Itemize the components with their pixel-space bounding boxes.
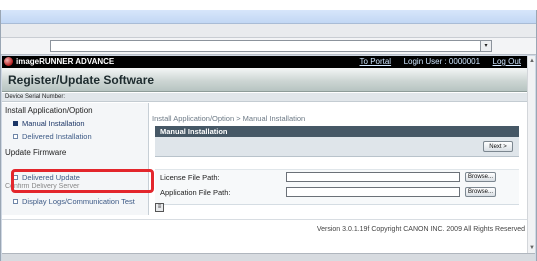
vertical-scrollbar[interactable]: ▲ ▼ <box>527 56 535 253</box>
application-file-path-field[interactable] <box>286 187 460 197</box>
scroll-up-icon[interactable]: ▲ <box>529 58 535 64</box>
browser-toolbar <box>1 24 536 38</box>
sidebar-section-update-firmware: Update Firmware <box>5 148 67 157</box>
application-row: Application File Path: Browse... <box>160 187 520 199</box>
sidebar-item-manual-installation[interactable]: Manual Installation <box>13 117 159 131</box>
sidebar-item-label: Delivered Installation <box>22 132 92 141</box>
menu-icon[interactable]: ≡ <box>155 203 164 212</box>
sidebar-item-label: Manual Installation <box>22 119 85 128</box>
address-combobox[interactable]: ▾ <box>50 40 492 52</box>
login-user-text: Login User : 0000001 <box>403 57 481 66</box>
product-name: imageRUNNER ADVANCE <box>16 57 115 66</box>
device-serial-label: Device Serial Number: <box>2 93 527 102</box>
title-bar: Register/Update Software <box>2 68 527 92</box>
sidebar: Install Application/Option Manual Instal… <box>2 103 149 215</box>
license-row: License File Path: Browse... <box>160 172 520 184</box>
license-file-path-field[interactable] <box>286 172 460 182</box>
to-portal-link[interactable]: To Portal <box>360 57 392 66</box>
sidebar-section-install: Install Application/Option <box>5 106 93 115</box>
chevron-down-icon[interactable]: ▾ <box>480 41 491 51</box>
application-label: Application File Path: <box>160 188 231 197</box>
main-content: Install Application/Option > Manual Inst… <box>150 103 527 223</box>
divider <box>2 219 527 220</box>
section-title: Manual Installation <box>155 126 519 137</box>
sidebar-item-display-logs[interactable]: Display Logs/Communication Test <box>13 195 159 209</box>
license-label: License File Path: <box>160 173 220 182</box>
sidebar-item-label: Display Logs/Communication Test <box>22 197 135 206</box>
scroll-down-icon[interactable]: ▼ <box>529 245 535 251</box>
bullet-icon <box>13 199 18 204</box>
license-browse-button[interactable]: Browse... <box>465 172 496 182</box>
section-toolbar: Next > <box>155 137 519 157</box>
browser-title-bar <box>1 10 536 24</box>
log-out-link[interactable]: Log Out <box>493 57 521 66</box>
bullet-icon <box>13 134 18 139</box>
canon-device-icon <box>4 57 13 66</box>
top-header: imageRUNNER ADVANCE To Portal Login User… <box>2 56 527 68</box>
page-viewport: imageRUNNER ADVANCE To Portal Login User… <box>2 56 527 253</box>
application-browse-button[interactable]: Browse... <box>465 187 496 197</box>
breadcrumb: Install Application/Option > Manual Inst… <box>152 114 306 123</box>
sidebar-item-delivered-installation[interactable]: Delivered Installation <box>13 130 159 144</box>
status-bar <box>2 253 535 261</box>
highlight-box <box>11 169 154 193</box>
footer-copyright: Version 3.0.1.19f Copyright CANON INC. 2… <box>316 226 525 233</box>
window-top <box>0 0 537 10</box>
selected-bullet-icon <box>13 121 18 126</box>
next-button[interactable]: Next > <box>483 141 513 152</box>
page-title: Register/Update Software <box>8 73 155 87</box>
